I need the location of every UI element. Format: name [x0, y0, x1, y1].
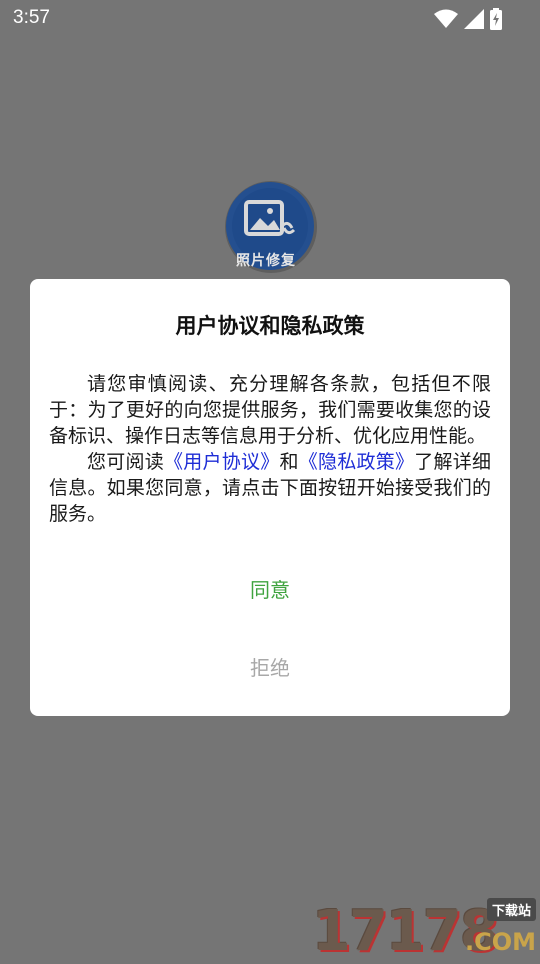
privacy-policy-link[interactable]: 《隐私政策》 [299, 451, 414, 473]
agree-button[interactable]: 同意 [30, 574, 510, 603]
dialog-title: 用户协议和隐私政策 [175, 314, 365, 338]
dialog-paragraph-1: 请您审慎阅读、充分理解各条款，包括但不限于：为了更好的向您提供服务，我们需要收集… [49, 373, 491, 447]
battery-charging-icon [490, 8, 502, 30]
status-bar: 3:57 [0, 0, 540, 36]
watermark-tag: 下载站 [486, 898, 536, 921]
watermark-domain: .COM [464, 928, 536, 956]
cell-signal-icon [464, 9, 484, 29]
reject-button[interactable]: 拒绝 [30, 652, 510, 681]
status-icons [434, 8, 502, 30]
user-agreement-link[interactable]: 《用户协议》 [164, 451, 279, 473]
status-time: 3:57 [13, 7, 50, 28]
and-text: 和 [279, 451, 299, 473]
dialog-body: 请您审慎阅读、充分理解各条款，包括但不限于：为了更好的向您提供服务，我们需要收集… [49, 371, 491, 527]
dialog-paragraph-2: 您可阅读《用户协议》和《隐私政策》了解详细信息。如果您同意，请点击下面按钮开始接… [49, 449, 491, 527]
app-logo-text: 照片修复 [236, 253, 296, 269]
wifi-icon [434, 9, 458, 29]
paragraph-2-prefix: 您可阅读 [87, 451, 164, 473]
agreement-dialog: 用户协议和隐私政策 请您审慎阅读、充分理解各条款，包括但不限于：为了更好的向您提… [30, 279, 510, 716]
watermark-logo: 17178 下载站 .COM [312, 898, 538, 960]
